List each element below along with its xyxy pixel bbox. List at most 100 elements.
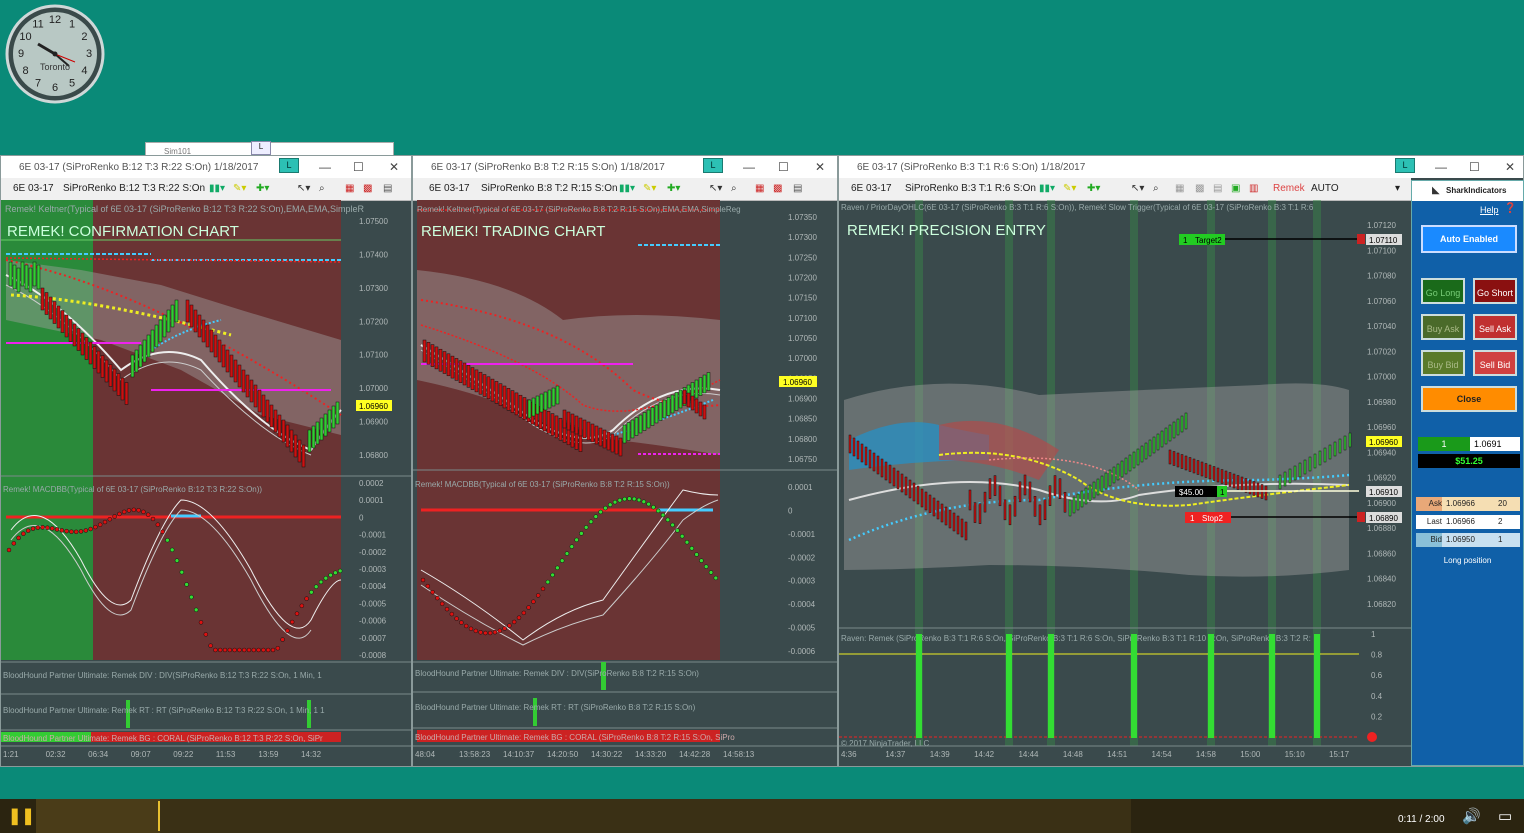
chart-area[interactable]: Remek! Keltner(Typical of 6E 03-17 (SiPr… [413, 200, 837, 766]
chart-area[interactable]: Remek! Keltner(Typical of 6E 03-17 (SiPr… [1, 200, 411, 766]
sim-l-button[interactable]: L [251, 141, 271, 155]
bars-icon[interactable]: ▮▮▾ [619, 183, 635, 194]
raven-signal-bar [1048, 634, 1054, 738]
auto-mode-selector[interactable]: AUTO [1311, 183, 1339, 194]
confirmation-chart-window[interactable]: 6E 03-17 (SiProRenko B:12 T:3 R:22 S:On)… [0, 155, 412, 767]
time-axis-label: 14:32 [301, 750, 322, 759]
drawing-icon[interactable]: ✚▾ [1087, 183, 1100, 194]
link-button[interactable]: L [703, 158, 723, 173]
close-icon[interactable]: ✕ [389, 160, 399, 174]
sell-bid-button[interactable]: Sell Bid [1473, 350, 1517, 376]
window-titlebar[interactable]: 6E 03-17 (SiProRenko B:12 T:3 R:22 S:On)… [1, 156, 411, 178]
macd-dot [622, 496, 627, 502]
properties-icon[interactable]: ▦ [755, 183, 764, 194]
time-axis-label: 14:42 [974, 750, 995, 759]
link-button[interactable]: L [1395, 158, 1415, 173]
bars-icon[interactable]: ▮▮▾ [1039, 183, 1055, 194]
pencil-icon[interactable]: ✎▾ [233, 183, 246, 194]
link-button[interactable]: L [279, 158, 299, 173]
strategy-icon[interactable]: ▩ [363, 183, 372, 194]
renko-bar [1298, 462, 1302, 478]
instrument-selector[interactable]: 6E 03-17 [851, 183, 892, 194]
strategy-icon[interactable]: ▩ [773, 183, 782, 194]
help-link[interactable]: Help [1480, 205, 1499, 215]
instrument-selector[interactable]: 6E 03-17 [429, 183, 470, 194]
template-icon[interactable]: ▤ [793, 183, 802, 194]
chart-trader-icon[interactable]: ▥ [1249, 183, 1258, 194]
minimize-icon[interactable]: — [743, 160, 755, 174]
maximize-icon[interactable]: ☐ [1469, 160, 1480, 174]
sell-ask-button[interactable]: Sell Ask [1473, 314, 1517, 340]
template-icon[interactable]: ▤ [383, 183, 392, 194]
macd-dot [328, 572, 333, 578]
cursor-icon[interactable]: ↖▾ [1131, 183, 1144, 194]
remek-strategy-selector[interactable]: Remek [1273, 183, 1305, 194]
renko-bar [1293, 465, 1297, 481]
zoom-icon[interactable]: ⌕ [319, 183, 325, 194]
help-icon[interactable]: ❓ [1504, 203, 1516, 214]
target-order-label[interactable]: Target2 [1195, 236, 1222, 245]
template-icon[interactable]: ▤ [1213, 183, 1222, 194]
macd-dot [21, 531, 26, 536]
confirmation-chart-svg[interactable]: Remek! Keltner(Typical of 6E 03-17 (SiPr… [1, 200, 411, 766]
minimize-icon[interactable]: — [1435, 160, 1447, 174]
data-box-icon[interactable]: ▣ [1231, 183, 1240, 194]
go-long-button[interactable]: Go Long [1421, 278, 1465, 304]
renko-bar [1204, 463, 1208, 478]
renko-bar [1144, 442, 1148, 460]
scrub-handle[interactable] [158, 801, 160, 831]
renko-bar [610, 433, 615, 453]
time-axis-label: 15:00 [1240, 750, 1261, 759]
fullscreen-icon[interactable]: ▭ [1498, 807, 1512, 825]
bartype-selector[interactable]: SiProRenko B:8 T:2 R:15 S:On [481, 183, 618, 194]
chevron-down-icon[interactable]: ▾ [1395, 183, 1400, 194]
buy-ask-button[interactable]: Buy Ask [1421, 314, 1465, 340]
close-position-button[interactable]: Close [1421, 386, 1517, 412]
buy-bid-button[interactable]: Buy Bid [1421, 350, 1465, 376]
renko-bar [213, 334, 218, 358]
auto-enabled-button[interactable]: Auto Enabled [1421, 225, 1517, 253]
renko-bar [856, 440, 860, 460]
pause-icon[interactable]: ❚❚ [8, 806, 35, 826]
close-icon[interactable]: ✕ [815, 160, 825, 174]
position-qty: 1 [1220, 488, 1225, 497]
properties-icon[interactable]: ▦ [345, 183, 354, 194]
close-icon[interactable]: ✕ [1505, 160, 1515, 174]
renko-bar [578, 417, 583, 437]
minimize-icon[interactable]: — [319, 160, 331, 174]
raven-axis-label: 0.8 [1371, 651, 1383, 660]
cursor-icon[interactable]: ↖▾ [709, 183, 722, 194]
cursor-icon[interactable]: ↖▾ [297, 183, 310, 194]
window-titlebar[interactable]: 6E 03-17 (SiProRenko B:3 T:1 R:6 S:On) 1… [839, 156, 1523, 178]
bartype-selector[interactable]: SiProRenko B:12 T:3 R:22 S:On [63, 183, 205, 194]
volume-icon[interactable]: 🔊 [1462, 807, 1481, 825]
pencil-icon[interactable]: ✎▾ [643, 183, 656, 194]
window-titlebar[interactable]: 6E 03-17 (SiProRenko B:8 T:2 R:15 S:On) … [413, 156, 837, 178]
zoom-icon[interactable]: ⌕ [731, 183, 737, 194]
properties-icon[interactable]: ▦ [1175, 183, 1184, 194]
bartype-selector[interactable]: SiProRenko B:3 T:1 R:6 S:On [905, 183, 1036, 194]
instrument-selector[interactable]: 6E 03-17 [13, 183, 54, 194]
trading-chart-svg[interactable]: Remek! Keltner(Typical of 6E 03-17 (SiPr… [413, 200, 837, 766]
drawing-icon[interactable]: ✚▾ [256, 183, 269, 194]
stop-order-label[interactable]: Stop2 [1202, 514, 1223, 523]
maximize-icon[interactable]: ☐ [353, 160, 364, 174]
renko-bar [285, 424, 290, 448]
maximize-icon[interactable]: ☐ [778, 160, 789, 174]
strategy-icon[interactable]: ▩ [1195, 183, 1204, 194]
precision-chart-svg[interactable]: Raven / PriorDayOHLC(6E 03-17 (SiProRenk… [839, 200, 1411, 766]
trading-chart-window[interactable]: 6E 03-17 (SiProRenko B:8 T:2 R:15 S:On) … [412, 155, 838, 767]
renko-bar [1318, 450, 1322, 466]
pencil-icon[interactable]: ✎▾ [1063, 183, 1076, 194]
macd-axis-label: 0 [788, 506, 793, 515]
go-short-button[interactable]: Go Short [1473, 278, 1517, 304]
zoom-icon[interactable]: ⌕ [1153, 183, 1159, 194]
drawing-icon[interactable]: ✚▾ [667, 183, 680, 194]
renko-bar [547, 389, 552, 409]
time-axis-label: 09:07 [131, 750, 152, 759]
progress-track[interactable] [36, 799, 1131, 833]
stop-price-marker: 1.06890 [1369, 514, 1398, 523]
bars-icon[interactable]: ▮▮▾ [209, 183, 225, 194]
renko-bar [1058, 478, 1062, 499]
renko-bar [44, 292, 49, 315]
